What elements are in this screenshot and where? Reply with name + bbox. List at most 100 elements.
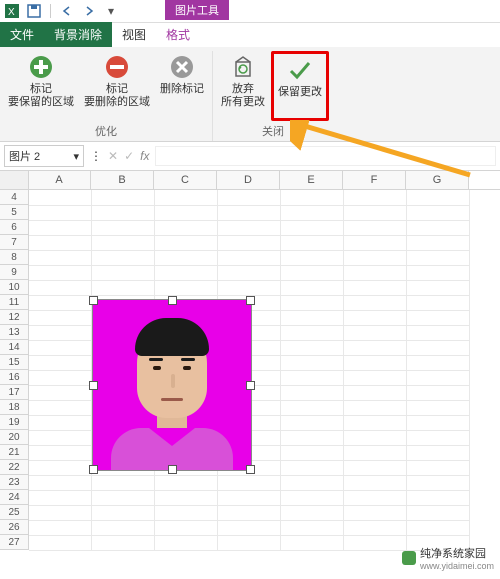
- selected-picture[interactable]: [92, 299, 252, 471]
- cell[interactable]: [155, 535, 218, 551]
- cell[interactable]: [281, 415, 344, 431]
- column-header[interactable]: B: [91, 171, 154, 189]
- row-header[interactable]: 10: [0, 280, 29, 295]
- cell[interactable]: [281, 250, 344, 266]
- cell[interactable]: [407, 520, 470, 536]
- row-header[interactable]: 25: [0, 505, 29, 520]
- cell[interactable]: [29, 280, 92, 296]
- cell[interactable]: [407, 370, 470, 386]
- row-header[interactable]: 6: [0, 220, 29, 235]
- row-header[interactable]: 4: [0, 190, 29, 205]
- cell[interactable]: [407, 430, 470, 446]
- resize-handle[interactable]: [246, 381, 255, 390]
- cell[interactable]: [218, 190, 281, 206]
- cell[interactable]: [281, 520, 344, 536]
- cell[interactable]: [344, 190, 407, 206]
- cell[interactable]: [29, 475, 92, 491]
- column-header[interactable]: G: [406, 171, 469, 189]
- tab-view[interactable]: 视图: [112, 22, 156, 47]
- qat-customize-icon[interactable]: ▾: [103, 3, 119, 19]
- save-icon[interactable]: [26, 3, 42, 19]
- mark-keep-button[interactable]: 标记 要保留的区域: [4, 51, 78, 121]
- row-header[interactable]: 17: [0, 385, 29, 400]
- cell[interactable]: [92, 535, 155, 551]
- cell[interactable]: [218, 250, 281, 266]
- cell[interactable]: [92, 505, 155, 521]
- cell[interactable]: [92, 280, 155, 296]
- row-header[interactable]: 15: [0, 355, 29, 370]
- cell[interactable]: [407, 475, 470, 491]
- cell[interactable]: [344, 325, 407, 341]
- name-box[interactable]: 图片 2 ▾: [4, 145, 84, 167]
- row-header[interactable]: 8: [0, 250, 29, 265]
- cell[interactable]: [155, 250, 218, 266]
- cell[interactable]: [344, 235, 407, 251]
- cell[interactable]: [407, 415, 470, 431]
- cell[interactable]: [407, 460, 470, 476]
- tab-format[interactable]: 格式: [156, 22, 200, 47]
- cell[interactable]: [281, 235, 344, 251]
- cell[interactable]: [29, 460, 92, 476]
- row-header[interactable]: 21: [0, 445, 29, 460]
- row-header[interactable]: 16: [0, 370, 29, 385]
- cell[interactable]: [155, 205, 218, 221]
- resize-handle[interactable]: [246, 296, 255, 305]
- cell[interactable]: [407, 445, 470, 461]
- cell[interactable]: [29, 355, 92, 371]
- mark-remove-button[interactable]: 标记 要删除的区域: [80, 51, 154, 121]
- cell[interactable]: [155, 475, 218, 491]
- cell[interactable]: [281, 295, 344, 311]
- cell[interactable]: [344, 505, 407, 521]
- cell[interactable]: [281, 385, 344, 401]
- cell[interactable]: [29, 265, 92, 281]
- row-header[interactable]: 18: [0, 400, 29, 415]
- cell[interactable]: [29, 535, 92, 551]
- cell[interactable]: [281, 190, 344, 206]
- row-header[interactable]: 5: [0, 205, 29, 220]
- cell[interactable]: [281, 325, 344, 341]
- cell[interactable]: [281, 310, 344, 326]
- row-header[interactable]: 13: [0, 325, 29, 340]
- cell[interactable]: [407, 400, 470, 416]
- cell[interactable]: [92, 220, 155, 236]
- cell[interactable]: [281, 460, 344, 476]
- cell[interactable]: [155, 220, 218, 236]
- resize-handle[interactable]: [89, 465, 98, 474]
- cell[interactable]: [344, 430, 407, 446]
- cell[interactable]: [218, 535, 281, 551]
- cell[interactable]: [407, 205, 470, 221]
- cell[interactable]: [29, 445, 92, 461]
- cell[interactable]: [218, 490, 281, 506]
- cell[interactable]: [29, 340, 92, 356]
- cell[interactable]: [407, 490, 470, 506]
- cell[interactable]: [344, 490, 407, 506]
- row-header[interactable]: 12: [0, 310, 29, 325]
- cell[interactable]: [344, 400, 407, 416]
- cell[interactable]: [407, 325, 470, 341]
- cell[interactable]: [344, 280, 407, 296]
- column-header[interactable]: E: [280, 171, 343, 189]
- column-header[interactable]: F: [343, 171, 406, 189]
- cell[interactable]: [344, 520, 407, 536]
- cell[interactable]: [29, 505, 92, 521]
- row-header[interactable]: 26: [0, 520, 29, 535]
- cell[interactable]: [281, 340, 344, 356]
- cell[interactable]: [155, 490, 218, 506]
- cell[interactable]: [29, 400, 92, 416]
- keep-changes-button[interactable]: 保留更改: [274, 54, 326, 101]
- resize-handle[interactable]: [168, 465, 177, 474]
- cell[interactable]: [92, 490, 155, 506]
- row-header[interactable]: 11: [0, 295, 29, 310]
- cell[interactable]: [344, 250, 407, 266]
- cell[interactable]: [155, 265, 218, 281]
- cell[interactable]: [344, 445, 407, 461]
- cell[interactable]: [344, 460, 407, 476]
- cell[interactable]: [29, 250, 92, 266]
- cell[interactable]: [29, 370, 92, 386]
- cell[interactable]: [29, 520, 92, 536]
- discard-changes-button[interactable]: 放弃 所有更改: [217, 51, 269, 121]
- tab-background-remove[interactable]: 背景消除: [44, 22, 112, 47]
- cell[interactable]: [155, 235, 218, 251]
- cell[interactable]: [155, 190, 218, 206]
- resize-handle[interactable]: [246, 465, 255, 474]
